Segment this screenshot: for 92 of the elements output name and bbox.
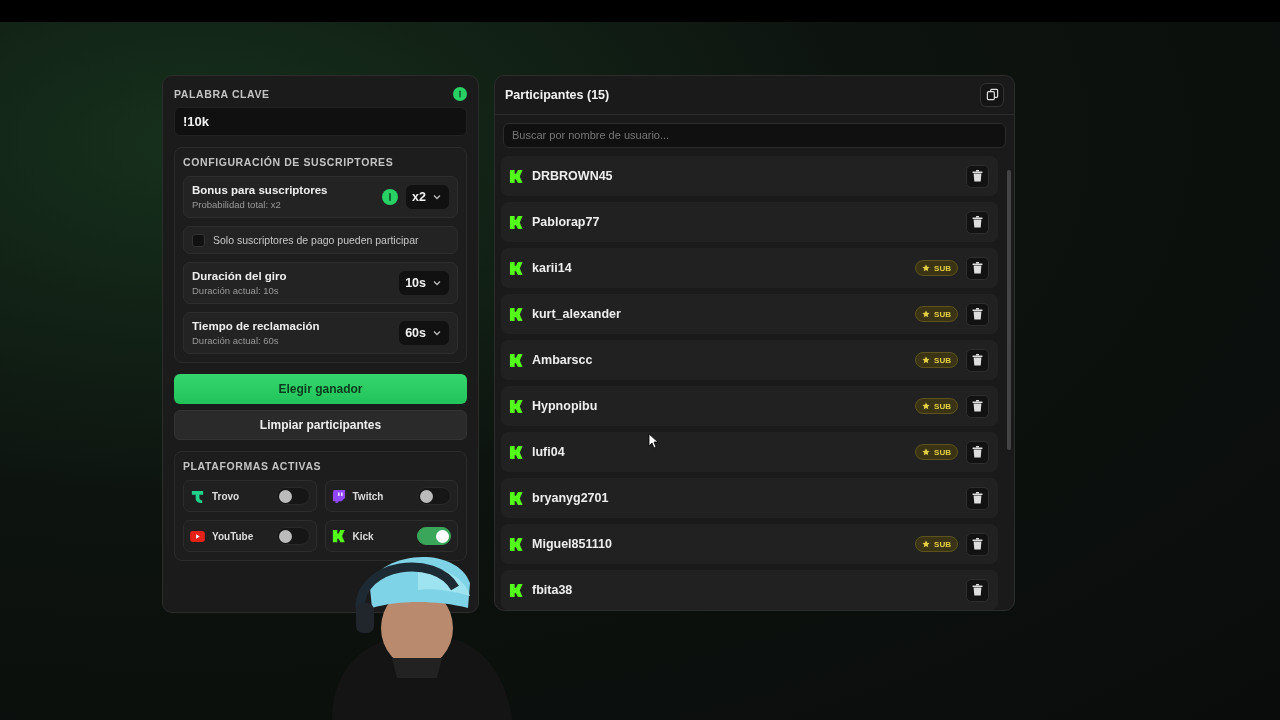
dropdown[interactable]: x2	[406, 185, 449, 209]
delete-button[interactable]	[966, 394, 989, 418]
kick-icon	[509, 490, 524, 506]
username: Hypnopibu	[532, 399, 599, 413]
trash-icon	[972, 400, 983, 412]
platform-name: YouTube	[212, 530, 255, 542]
youtube-icon	[190, 530, 205, 542]
kick-icon	[509, 582, 524, 598]
kick-icon	[509, 260, 524, 276]
chevron-icon	[432, 278, 442, 288]
username: fbita38	[532, 583, 574, 597]
username: Miguel851110	[532, 537, 613, 551]
search-field[interactable]: Buscar por nombre de usuario...	[503, 122, 1006, 148]
panel-title: Participantes (15)	[505, 87, 610, 102]
username: bryanyg2701	[532, 491, 610, 505]
delete-button[interactable]	[966, 210, 989, 234]
setting-label: Duración del giro	[192, 270, 288, 282]
platform-name: Trovo	[212, 490, 241, 502]
chevron-icon	[432, 192, 442, 202]
chevron-icon	[432, 328, 442, 338]
trovo-icon	[190, 488, 205, 504]
section-title: PALABRA CLAVE	[174, 88, 270, 100]
toggle-switch[interactable]	[417, 527, 451, 545]
trash-icon	[972, 584, 983, 596]
star-icon	[922, 264, 931, 272]
section-title: CONFIGURACIÓN DE SUSCRIPTORES	[183, 156, 395, 168]
info-icon	[453, 87, 467, 101]
kick-icon	[509, 168, 524, 184]
clear-button[interactable]: Limpiar participantes	[174, 410, 467, 440]
checkbox-label: Solo suscriptores de pago pueden participar	[213, 234, 419, 246]
delete-button[interactable]	[966, 486, 989, 510]
trash-icon	[972, 446, 983, 458]
username: lufi04	[532, 445, 566, 459]
setting-hint: Probabilidad total: x2	[192, 199, 282, 210]
trash-icon	[972, 492, 983, 504]
platform-name: Kick	[352, 530, 375, 542]
sub-badge: SUB	[915, 536, 958, 552]
copy-icon	[985, 88, 999, 102]
star-icon	[922, 402, 931, 410]
kick-icon	[509, 444, 524, 460]
setting-hint: Duración actual: 10s	[192, 285, 280, 296]
toggle-switch[interactable]	[275, 527, 310, 545]
dropdown[interactable]: 60s	[399, 321, 449, 345]
kick-icon	[509, 306, 524, 322]
sub-badge: SUB	[915, 306, 958, 322]
sub-badge: SUB	[915, 398, 958, 414]
toggle-switch[interactable]	[417, 487, 451, 505]
info-icon	[382, 189, 399, 205]
delete-button[interactable]	[966, 164, 989, 188]
copy-button[interactable]	[980, 82, 1004, 107]
delete-button[interactable]	[966, 578, 989, 602]
kick-icon	[509, 536, 524, 552]
dropdown[interactable]: 10s	[399, 271, 449, 295]
star-icon	[922, 356, 931, 364]
cursor-icon	[648, 433, 659, 449]
trash-icon	[972, 216, 983, 228]
sub-badge: SUB	[915, 444, 958, 460]
keyword-field[interactable]: !10k	[174, 107, 467, 136]
toggle-switch[interactable]	[275, 487, 310, 505]
section-title: PLATAFORMAS ACTIVAS	[183, 460, 323, 472]
pick-winner-button[interactable]: Elegir ganador	[174, 374, 467, 404]
kick-icon	[509, 398, 524, 414]
delete-button[interactable]	[966, 302, 989, 326]
trash-icon	[972, 538, 983, 550]
checkbox[interactable]	[192, 233, 205, 247]
trash-icon	[972, 354, 983, 366]
username: Pablorap77	[532, 215, 601, 229]
delete-button[interactable]	[966, 440, 989, 464]
star-icon	[922, 540, 931, 548]
star-icon	[922, 448, 931, 456]
username: karii14	[532, 261, 573, 275]
setting-label: Tiempo de reclamación	[192, 320, 321, 332]
username: kurt_alexander	[532, 307, 622, 321]
trash-icon	[972, 170, 983, 182]
platform-name: Twitch	[352, 490, 385, 502]
username: DRBROWN45	[532, 169, 614, 183]
trash-icon	[972, 308, 983, 320]
sub-badge: SUB	[915, 260, 958, 276]
trash-icon	[972, 262, 983, 274]
twitch-icon	[331, 489, 346, 503]
setting-label: Bonus para suscriptores	[192, 184, 329, 196]
star-icon	[922, 310, 931, 318]
username: Ambarscc	[532, 353, 594, 367]
delete-button[interactable]	[966, 348, 989, 372]
kick-icon	[509, 214, 524, 230]
delete-button[interactable]	[966, 532, 989, 556]
setting-hint: Duración actual: 60s	[192, 335, 280, 346]
kick-icon	[509, 352, 524, 368]
delete-button[interactable]	[966, 256, 989, 280]
scrollbar[interactable]	[1007, 170, 1011, 450]
kick-icon	[331, 529, 346, 543]
sub-badge: SUB	[915, 352, 958, 368]
